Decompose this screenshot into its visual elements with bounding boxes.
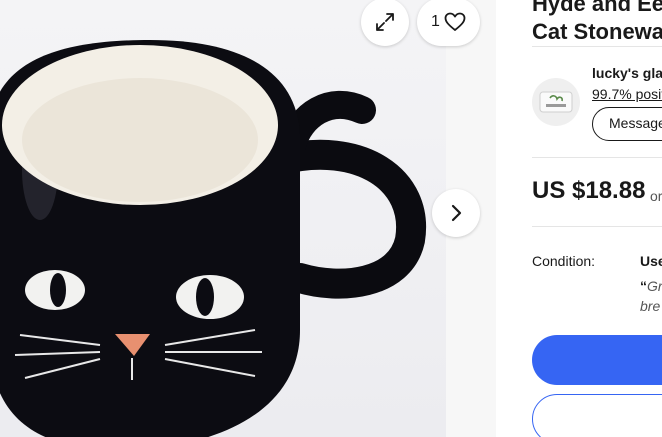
divider [532, 157, 662, 158]
message-seller-button[interactable]: Message [592, 107, 662, 141]
listing-title: Hyde and Eek Cat Stoneware [532, 0, 662, 46]
watch-button[interactable]: 1 [417, 0, 480, 46]
product-photo[interactable] [0, 0, 446, 437]
heart-icon [444, 12, 466, 31]
seller-name[interactable]: lucky's glass [592, 65, 662, 81]
expand-icon [376, 13, 394, 31]
seller-logo-icon [539, 91, 573, 113]
chevron-right-icon [451, 204, 462, 222]
watch-count: 1 [431, 13, 440, 30]
cat-mug-illustration [0, 40, 427, 437]
divider [532, 226, 662, 227]
condition-quote-line2: bre [640, 298, 661, 314]
image-gallery: 1 [0, 0, 496, 437]
listing-title-line1: Hyde and Eek [532, 0, 662, 16]
condition-value: Used [640, 253, 662, 269]
expand-image-button[interactable] [361, 0, 409, 46]
price-suffix: or [650, 188, 662, 204]
price: US $18.88 [532, 177, 646, 204]
buy-it-now-button[interactable] [532, 335, 662, 385]
seller-avatar[interactable] [532, 78, 580, 126]
listing-details-panel: Hyde and Eek Cat Stoneware lucky's glass… [496, 0, 662, 437]
add-to-cart-button[interactable] [532, 394, 662, 437]
divider [532, 46, 662, 47]
seller-feedback-link[interactable]: 99.7% positive [592, 86, 662, 102]
condition-quote-line1: Gr [647, 278, 662, 294]
next-image-button[interactable] [432, 189, 480, 237]
condition-label: Condition: [532, 253, 596, 269]
condition-description: “Gr bre [640, 278, 662, 314]
listing-title-line2: Cat Stoneware [532, 19, 662, 44]
